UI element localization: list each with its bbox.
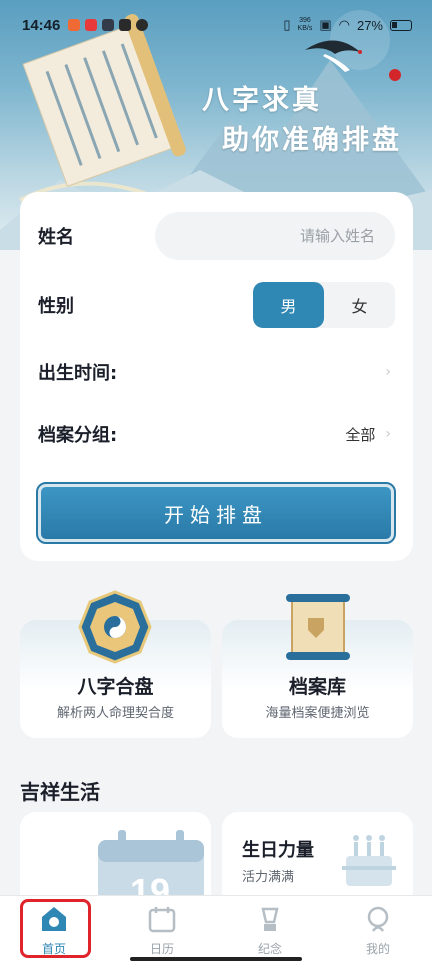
gender-row: 性别 男 女 <box>20 282 413 328</box>
gender-male-option[interactable]: 男 <box>253 282 324 328</box>
feature-card-archive[interactable]: 档案库 海量档案便捷浏览 <box>222 594 413 738</box>
tab-profile[interactable]: 我的 <box>324 896 432 964</box>
birthday-subtitle: 活力满满 <box>242 870 295 885</box>
birth-time-row[interactable]: 出生时间: › <box>20 352 413 392</box>
bagua-icon <box>78 590 152 664</box>
gender-label: 性别 <box>38 296 74 317</box>
feature-subtitle: 海量档案便捷浏览 <box>265 706 370 721</box>
status-app-icons <box>68 19 149 31</box>
wifi-icon: ◠ <box>338 17 350 32</box>
battery-icon <box>390 19 412 31</box>
name-label: 姓名 <box>38 227 74 248</box>
status-bar: 14:46 ▯ 396 KB/s ▣ ◠ 27% <box>0 0 432 50</box>
birth-time-label: 出生时间: <box>38 363 118 384</box>
chevron-right-icon: › <box>385 364 391 380</box>
name-input[interactable] <box>155 212 395 260</box>
tab-home[interactable]: 首页 <box>0 896 108 964</box>
home-icon <box>42 907 66 931</box>
gesture-home-bar[interactable] <box>130 957 302 961</box>
app-notification-icon <box>68 19 81 31</box>
scroll-icon <box>286 594 350 660</box>
battery-percent: 27% <box>356 17 383 33</box>
vibrate-icon: ▯ <box>283 17 291 32</box>
feature-title: 八字合盘 <box>77 676 154 698</box>
bottom-tab-bar: 首页 日历 纪念 我的 <box>0 895 432 964</box>
tab-label: 纪念 <box>257 942 282 956</box>
net-speed: 396 KB/s <box>297 17 313 32</box>
tab-memorial[interactable]: 纪念 <box>216 896 324 964</box>
banner-slogan-line1: 八字求真 <box>202 85 322 116</box>
tab-calendar[interactable]: 日历 <box>108 896 216 964</box>
profile-icon <box>367 906 389 932</box>
app-notification-icon <box>85 19 98 31</box>
feature-subtitle: 解析两人命理契合度 <box>56 706 174 721</box>
app-notification-icon <box>119 19 132 31</box>
chevron-right-icon: › <box>385 426 391 442</box>
name-row: 姓名 <box>20 212 413 260</box>
status-time: 14:46 <box>22 16 61 34</box>
memorial-icon <box>261 907 279 931</box>
birthday-title: 生日力量 <box>242 840 314 861</box>
app-notification-icon <box>102 19 115 31</box>
cake-icon <box>342 835 396 886</box>
status-indicators: ▯ 396 KB/s ▣ ◠ 27% <box>283 17 412 33</box>
tab-label: 我的 <box>365 942 390 956</box>
start-paipan-button[interactable]: 开始排盘 <box>36 482 396 544</box>
tab-label: 首页 <box>41 942 66 956</box>
group-row[interactable]: 档案分组: 全部 › <box>20 414 413 454</box>
group-value: 全部 <box>345 425 376 444</box>
section-title-auspicious-life: 吉祥生活 <box>20 780 100 804</box>
calendar-icon <box>148 907 176 933</box>
banner-slogan-line2: 助你准确排盘 <box>222 125 402 156</box>
group-label: 档案分组: <box>38 425 118 446</box>
gender-female-option[interactable]: 女 <box>324 282 395 328</box>
feature-card-bazi-hepan[interactable]: 八字合盘 解析两人命理契合度 <box>20 590 211 738</box>
tab-label: 日历 <box>149 942 174 956</box>
feature-title: 档案库 <box>288 676 346 698</box>
app-notification-icon <box>136 19 149 31</box>
sim-icon: ▣ <box>319 17 332 32</box>
gender-toggle[interactable]: 男 女 <box>253 282 395 328</box>
bazi-form-card: 姓名 性别 男 女 出生时间: › 档案分组: 全部 › 开始排盘 <box>20 192 413 561</box>
